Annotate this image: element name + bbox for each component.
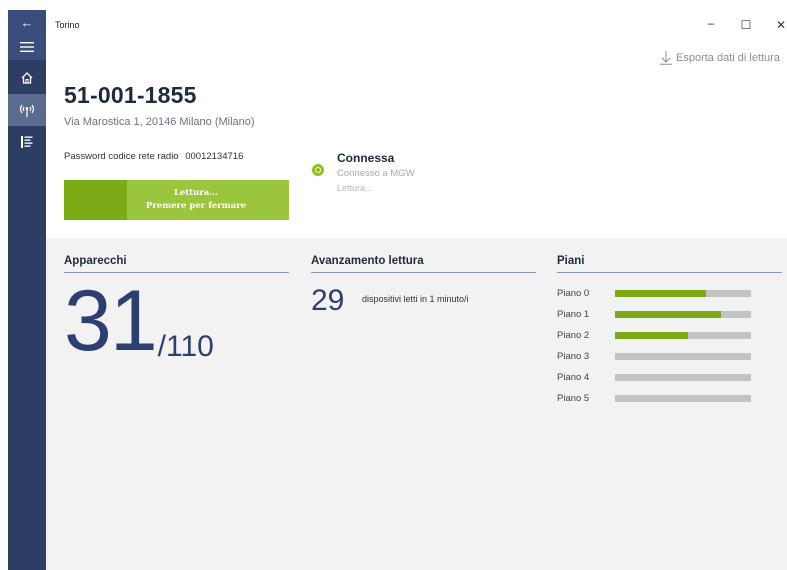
window-title: Torino <box>55 20 80 30</box>
nav-list-button[interactable] <box>8 126 46 158</box>
floor-progress-bar <box>615 331 751 339</box>
read-stop-button[interactable]: Lettura... Premere per fermare <box>64 180 289 220</box>
radio-antenna-icon <box>19 104 35 117</box>
floor-label: Piano 5 <box>557 392 590 404</box>
floor-progress-bar <box>615 373 751 381</box>
floor-progress-bar <box>615 310 751 318</box>
floor-progress-fill <box>615 331 688 339</box>
connection-state: Lettura... <box>337 183 373 193</box>
devices-total: /110 <box>157 330 214 363</box>
password-row: Password codice rete radio 00012134716 <box>64 151 243 162</box>
floor-label: Piano 2 <box>557 329 590 341</box>
devices-section-title: Apparecchi <box>64 255 127 267</box>
floor-label: Piano 0 <box>557 287 590 299</box>
floor-progress-bar <box>615 352 751 360</box>
close-button[interactable]: ✕ <box>771 18 787 32</box>
progress-section-title: Avanzamento lettura <box>311 255 424 267</box>
hamburger-icon <box>20 42 34 52</box>
floor-row: Piano 4 <box>557 370 751 384</box>
password-label: Password codice rete radio <box>64 151 179 162</box>
read-rate-value: 29 <box>311 284 345 317</box>
minimize-button[interactable]: – <box>701 16 721 30</box>
floor-row: Piano 1 <box>557 307 751 321</box>
floor-progress-fill <box>615 289 706 297</box>
hamburger-menu-button[interactable] <box>8 34 46 60</box>
floor-label: Piano 3 <box>557 350 590 362</box>
read-button-line1: Lettura... <box>173 188 219 198</box>
export-label: Esporta dati di lettura <box>676 52 780 64</box>
password-value: 00012134716 <box>185 151 244 162</box>
read-button-line2: Premere per fermare <box>145 201 247 211</box>
connected-status-icon <box>312 164 324 176</box>
floor-label: Piano 4 <box>557 371 590 383</box>
device-id-title: 51-001-1855 <box>64 82 197 108</box>
nav-radio-button[interactable] <box>8 94 46 126</box>
read-rate-text: dispositivi letti in 1 minuto/i <box>362 294 469 304</box>
list-icon <box>21 136 33 148</box>
device-address: Via Marostica 1, 20146 Milano (Milano) <box>64 116 255 128</box>
floors-section-title: Piani <box>557 255 585 267</box>
download-icon <box>660 51 672 65</box>
devices-count: 31 /110 <box>64 278 214 364</box>
maximize-button[interactable]: ☐ <box>736 18 756 32</box>
floor-label: Piano 1 <box>557 308 590 320</box>
sidebar: ← <box>8 10 46 570</box>
read-button-text: Lettura... Premere per fermare <box>127 180 289 220</box>
floor-row: Piano 5 <box>557 391 751 405</box>
nav-home-button[interactable] <box>8 62 46 94</box>
connection-detail: Connesso a MGW <box>337 168 415 179</box>
title-bar: Torino – ☐ ✕ <box>46 10 787 38</box>
progress-section-divider <box>311 272 536 273</box>
back-button[interactable]: ← <box>8 10 46 34</box>
connection-status: Connessa <box>337 151 395 165</box>
floor-progress-bar <box>615 289 751 297</box>
devices-read-count: 31 <box>64 273 158 369</box>
back-arrow-icon: ← <box>20 14 34 30</box>
floor-row: Piano 0 <box>557 286 751 300</box>
floor-progress-fill <box>615 310 721 318</box>
read-progress-fill <box>64 180 127 220</box>
floors-section-divider <box>557 272 782 273</box>
floor-progress-bar <box>615 394 751 402</box>
floor-row: Piano 2 <box>557 328 751 342</box>
floor-row: Piano 3 <box>557 349 751 363</box>
home-icon <box>21 72 33 84</box>
export-button[interactable]: Esporta dati di lettura <box>660 51 780 65</box>
